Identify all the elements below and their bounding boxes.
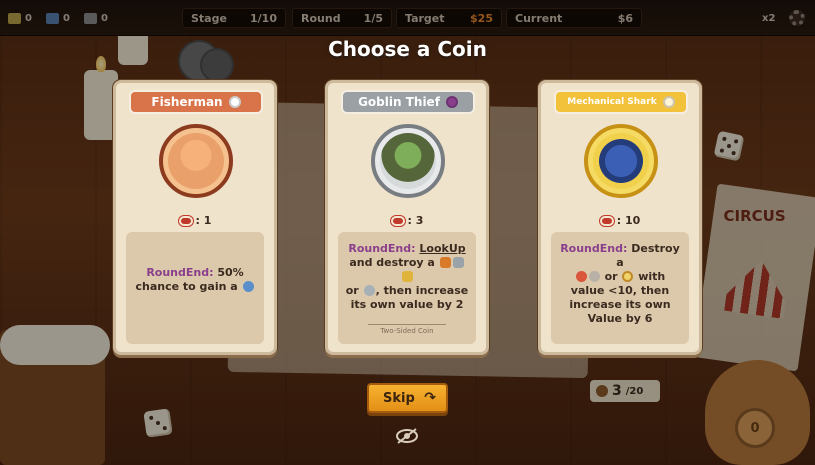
coin-description: RoundEnd: LookUp and destroy a or , then… (338, 232, 476, 344)
fisherman-icon (168, 133, 224, 189)
card-name-tag: Goblin Thief (341, 90, 475, 114)
coin-icon (588, 271, 600, 282)
coin-value-text: : 3 (407, 214, 424, 227)
chest-icon (401, 271, 413, 282)
redo-arrow-icon: ↷ (424, 390, 436, 406)
coin-value-text: : 1 (195, 214, 212, 227)
coin-portrait (159, 124, 233, 198)
round-end-keyword: RoundEnd: (348, 242, 416, 255)
person-icon (228, 96, 241, 108)
card-name-tag: Mechanical Shark (554, 90, 688, 114)
coin-portrait (371, 124, 445, 198)
value-icon (599, 215, 614, 226)
coin-value: : 3 (328, 214, 486, 227)
card-name-tag: Fisherman (129, 90, 263, 114)
lookup-keyword[interactable]: LookUp (419, 242, 465, 255)
gear-badge-icon (662, 96, 675, 108)
skip-button[interactable]: Skip ↷ (367, 383, 448, 413)
page-title: Choose a Coin (328, 37, 487, 61)
coin-value-text: : 10 (616, 214, 641, 227)
coin-icon (575, 271, 587, 282)
value-icon (178, 215, 193, 226)
coin-description: RoundEnd: Destroy a or with value <10, t… (551, 232, 689, 344)
coin-card-mechanical-shark[interactable]: Mechanical Shark : 10 RoundEnd: Destroy … (538, 80, 702, 355)
value-icon (390, 215, 405, 226)
coin-value: : 1 (116, 214, 274, 227)
coin-value: : 10 (541, 214, 699, 227)
skip-label: Skip (383, 390, 415, 406)
round-end-keyword: RoundEnd: (146, 266, 214, 279)
coins-icon (363, 285, 375, 296)
description-text: and destroy a (349, 256, 435, 269)
description-text: or (604, 270, 618, 283)
card-name: Mechanical Shark (567, 97, 657, 107)
round-end-keyword: RoundEnd: (560, 242, 628, 255)
description-text: or (345, 284, 359, 297)
goblin-icon (380, 133, 436, 189)
coin-portrait (584, 124, 658, 198)
coin-subnote: Two-Sided Coin (380, 327, 434, 335)
fish-icon (242, 281, 254, 292)
chest-icon (439, 257, 451, 268)
coin-description: RoundEnd: 50% chance to gain a (126, 232, 264, 344)
card-name: Goblin Thief (358, 95, 440, 109)
hide-view-eye-icon[interactable] (395, 428, 419, 444)
coin-icon (622, 271, 634, 282)
coin-card-fisherman[interactable]: Fisherman : 1 RoundEnd: 50% chance to ga… (113, 80, 277, 355)
mask-icon (445, 96, 458, 108)
shark-icon (593, 133, 649, 189)
card-name: Fisherman (151, 95, 223, 109)
coin-card-goblin-thief[interactable]: Goblin Thief : 3 RoundEnd: LookUp and de… (325, 80, 489, 355)
chest-icon (452, 257, 464, 268)
eye-slash-icon (396, 428, 418, 444)
